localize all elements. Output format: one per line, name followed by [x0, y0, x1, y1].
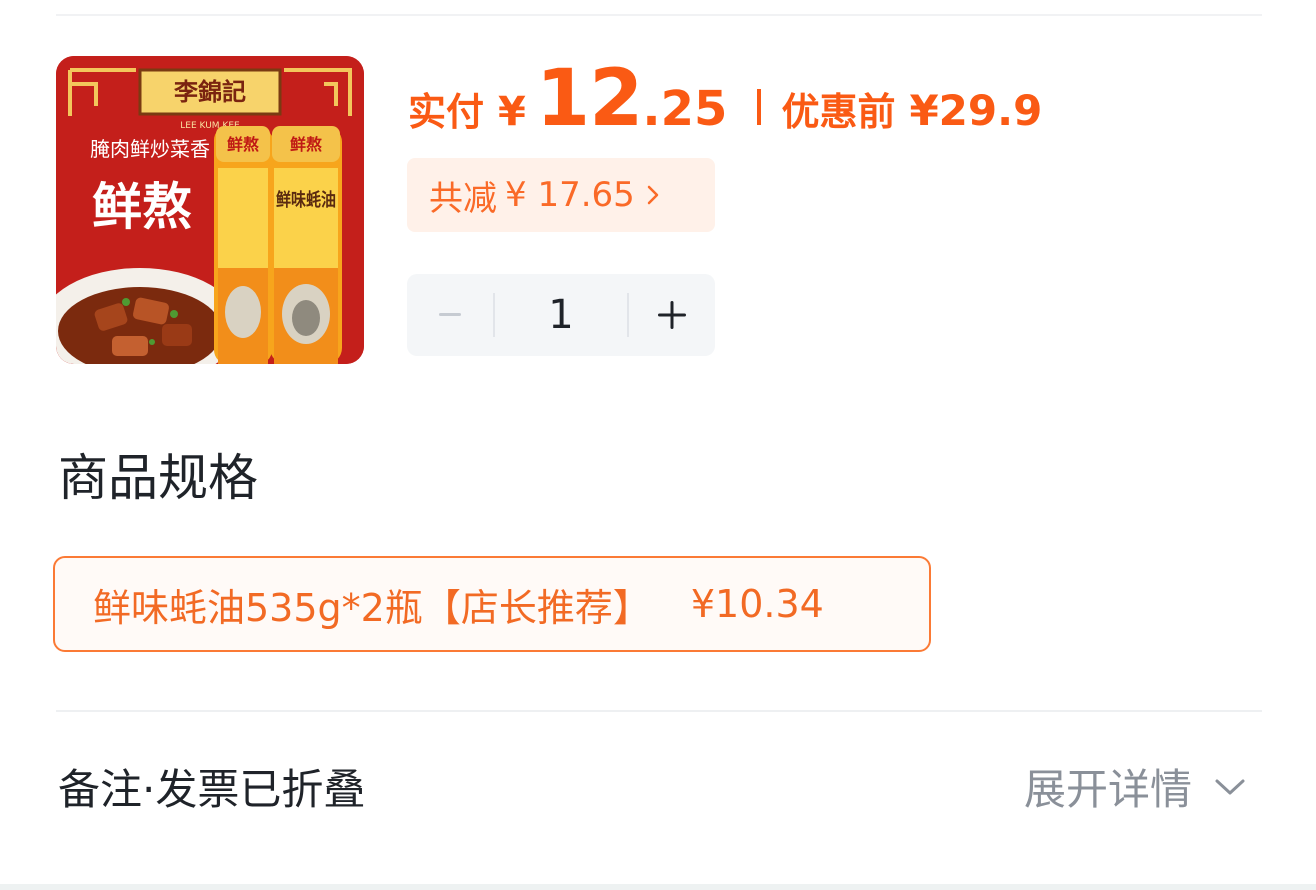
minus-icon [439, 313, 461, 316]
quantity-increase-button[interactable] [629, 274, 715, 356]
original-price: ¥29.9 [909, 86, 1043, 135]
discount-amount: ¥ 17.65 [505, 175, 635, 215]
discount-label: 共减 [429, 178, 497, 219]
paid-price-integer: 12 [535, 54, 644, 144]
paid-currency: ¥ [498, 89, 526, 135]
section-divider [56, 710, 1262, 712]
spec-option-selected[interactable]: 鲜味蚝油535g*2瓶【店长推荐】 ¥10.34 [53, 556, 931, 652]
image-big-text: 鲜熬 [92, 177, 192, 236]
remark-invoice-label: 备注·发票已折叠 [58, 765, 366, 814]
paid-label: 实付 [408, 90, 485, 134]
brand-logo-text: 李錦記 [174, 77, 246, 106]
image-tagline: 腌肉鲜炒菜香 [90, 137, 210, 161]
bottom-band [0, 884, 1316, 890]
price-separator [757, 89, 762, 125]
chevron-down-icon [1214, 777, 1246, 797]
discount-details-button[interactable]: 共减 ¥ 17.65 [407, 158, 715, 232]
quantity-stepper: 1 [407, 274, 715, 356]
spec-option-price: ¥10.34 [690, 582, 824, 626]
paid-price-decimal: .25 [642, 81, 728, 137]
price-row: 实付 ¥ 12 .25 优惠前 ¥29.9 [408, 54, 1042, 144]
original-price-label: 优惠前 [781, 90, 896, 134]
quantity-decrease-button[interactable] [407, 274, 493, 356]
bottle-cap-text-2: 鲜熬 [290, 135, 322, 154]
spec-option-name: 鲜味蚝油535g*2瓶【店长推荐】 [93, 585, 651, 630]
plus-icon [658, 301, 686, 329]
quantity-value[interactable]: 1 [495, 292, 627, 338]
spec-section-title: 商品规格 [58, 449, 258, 507]
expand-details-label: 展开详情 [1023, 765, 1192, 814]
expand-details-button[interactable]: 展开详情 [1024, 756, 1246, 817]
bottle-cap-text: 鲜熬 [227, 135, 259, 154]
bottle-label-text: 鲜味蚝油 [276, 189, 336, 211]
top-divider [56, 14, 1262, 16]
product-image[interactable]: 李錦記 LEE KUM KEE 腌肉鲜炒菜香 鲜熬 鲜熬 鲜熬 鲜味蚝油 [56, 56, 364, 364]
chevron-right-icon [645, 183, 661, 207]
